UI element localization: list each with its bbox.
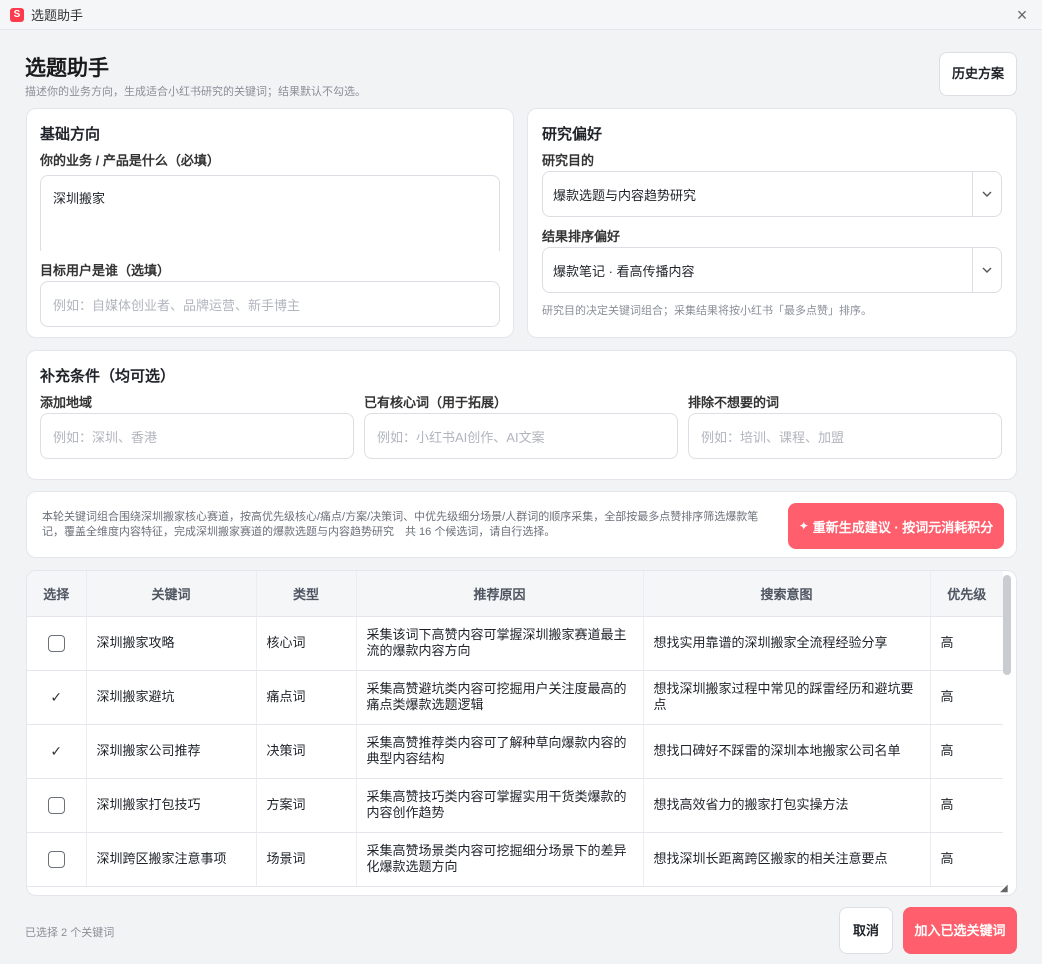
keyword-cell: 深圳搬家避坑 [86, 670, 257, 725]
intent-cell: 想找深圳搬家过程中常见的踩雷经历和避坑要点 [643, 670, 931, 725]
suggestion-info-card: 本轮关键词组合围绕深圳搬家核心赛道，按高优先级核心/痛点/方案/决策词、中优先级… [26, 491, 1017, 558]
sort-select[interactable]: 爆款笔记 · 看高传播内容 [542, 247, 1002, 293]
row-checkbox[interactable] [47, 850, 65, 868]
table-row[interactable]: 深圳跨区搬家注意事项 场景词 采集高赞场景类内容可挖掘细分场景下的差异化爆款选题方向… [27, 832, 1003, 887]
table-row[interactable]: 深圳搬家打包技巧 方案词 采集高赞技巧类内容可掌握实用干货类爆款的内容创作趋势 想找高… [27, 778, 1003, 833]
table-row[interactable]: ✓ 深圳搬家公司推荐 决策词 采集高赞推荐类内容可了解种草向爆款内容的典型内容结构 想找… [27, 724, 1003, 779]
keyword-table: 选择 关键词 类型 推荐原因 搜索意图 优先级 深圳搬家攻略 核心词 采集该词下高赞… [27, 571, 1003, 887]
basic-card-title: 基础方向 [40, 126, 101, 143]
column-header-select: 选择 [27, 571, 87, 617]
checkmark-icon[interactable]: ✓ [50, 689, 62, 705]
purpose-select-value: 爆款选题与内容趋势研究 [553, 187, 697, 203]
region-label: 添加地域 [40, 395, 93, 410]
type-cell: 核心词 [256, 616, 357, 671]
keyword-cell: 深圳跨区搬家注意事项 [86, 832, 257, 887]
intent-cell: 想找高效省力的搬家打包实操方法 [643, 778, 931, 833]
close-icon[interactable]: × [1012, 5, 1032, 25]
row-select-cell[interactable]: ✓ [27, 670, 87, 725]
purpose-select[interactable]: 爆款选题与内容趋势研究 [542, 171, 1002, 217]
keyword-cell: 深圳搬家打包技巧 [86, 778, 257, 833]
type-cell: 决策词 [256, 724, 357, 779]
type-cell: 痛点词 [256, 670, 357, 725]
keyword-cell: 深圳搬家公司推荐 [86, 724, 257, 779]
row-checkbox[interactable] [47, 796, 65, 814]
sort-select-value: 爆款笔记 · 看高传播内容 [553, 263, 695, 279]
exclude-words-label: 排除不想要的词 [688, 395, 780, 410]
type-cell: 方案词 [256, 778, 357, 833]
reason-cell: 采集高赞场景类内容可挖掘细分场景下的差异化爆款选题方向 [356, 832, 644, 887]
row-select-cell[interactable] [27, 832, 87, 887]
window-title: 选题助手 [31, 8, 84, 23]
priority-cell: 高 [930, 832, 1003, 887]
reason-cell: 采集高赞技巧类内容可掌握实用干货类爆款的内容创作趋势 [356, 778, 644, 833]
column-header-type: 类型 [256, 571, 357, 617]
keyword-cell: 深圳搬家攻略 [86, 616, 257, 671]
intent-cell: 想找口碑好不踩雷的深圳本地搬家公司名单 [643, 724, 931, 779]
extra-card-title: 补充条件（均可选） [40, 368, 176, 385]
add-selected-keywords-button[interactable]: 加入已选关键词 [903, 907, 1017, 954]
intent-cell: 想找实用靠谱的深圳搬家全流程经验分享 [643, 616, 931, 671]
regenerate-button[interactable]: ✦ 重新生成建议 · 按词元消耗积分 [788, 503, 1004, 549]
reason-cell: 采集高赞避坑类内容可挖掘用户关注度最高的痛点类爆款选题逻辑 [356, 670, 644, 725]
cancel-button[interactable]: 取消 [839, 907, 893, 954]
window-titlebar: S 选题助手 × [0, 0, 1042, 30]
app-logo-icon: S [10, 7, 24, 22]
table-row[interactable]: ✓ 深圳搬家避坑 痛点词 采集高赞避坑类内容可挖掘用户关注度最高的痛点类爆款选题逻辑想… [27, 670, 1003, 725]
row-select-cell[interactable] [27, 616, 87, 671]
chevron-down-icon[interactable] [972, 248, 1001, 292]
table-scrollbar[interactable] [1003, 575, 1011, 893]
region-input[interactable]: 例如：深圳、香港 [40, 413, 354, 459]
research-preference-card: 研究偏好 研究目的 爆款选题与内容趋势研究 结果排序偏好 爆款笔记 · 看高传播… [527, 108, 1017, 338]
reason-cell: 采集该词下高赞内容可掌握深圳搬家赛道最主流的爆款内容方向 [356, 616, 644, 671]
column-header-reason: 推荐原因 [356, 571, 644, 617]
exclude-words-input[interactable]: 例如：培训、课程、加盟 [688, 413, 1002, 459]
business-textarea[interactable]: 深圳搬家 [40, 175, 500, 251]
row-select-cell[interactable] [27, 778, 87, 833]
sparkle-icon: ✦ [798, 519, 809, 533]
resize-grip-icon[interactable]: ◢ [1000, 883, 1008, 894]
selected-count: 已选择 2 个关键词 [25, 927, 115, 939]
row-checkbox[interactable] [47, 634, 65, 652]
type-cell: 场景词 [256, 832, 357, 887]
table-header-row: 选择 关键词 类型 推荐原因 搜索意图 优先级 [27, 571, 1003, 617]
research-hint: 研究目的决定关键词组合；采集结果将按小红书「最多点赞」排序。 [542, 305, 872, 317]
table-row[interactable]: 深圳搬家攻略 核心词 采集该词下高赞内容可掌握深圳搬家赛道最主流的爆款内容方向 想找实… [27, 616, 1003, 671]
regenerate-button-label: 重新生成建议 · 按词元消耗积分 [812, 519, 994, 535]
scrollbar-thumb[interactable] [1003, 575, 1011, 675]
column-header-intent: 搜索意图 [643, 571, 931, 617]
intent-cell: 想找深圳长距离跨区搬家的相关注意要点 [643, 832, 931, 887]
purpose-label: 研究目的 [542, 153, 595, 168]
keyword-table-container: 选择 关键词 类型 推荐原因 搜索意图 优先级 深圳搬家攻略 核心词 采集该词下高赞… [26, 570, 1017, 896]
row-select-cell[interactable]: ✓ [27, 724, 87, 779]
page-title: 选题助手 [25, 57, 109, 80]
priority-cell: 高 [930, 670, 1003, 725]
priority-cell: 高 [930, 724, 1003, 779]
priority-cell: 高 [930, 616, 1003, 671]
business-label: 你的业务 / 产品是什么（必填） [40, 153, 220, 168]
target-user-label: 目标用户是谁（选填） [40, 263, 171, 278]
reason-cell: 采集高赞推荐类内容可了解种草向爆款内容的典型内容结构 [356, 724, 644, 779]
extra-conditions-card: 补充条件（均可选） 添加地域 例如：深圳、香港 已有核心词（用于拓展） 例如：小… [26, 350, 1017, 480]
suggestion-summary: 本轮关键词组合围绕深圳搬家核心赛道，按高优先级核心/痛点/方案/决策词、中优先级… [42, 511, 759, 538]
page-subtitle: 描述你的业务方向，生成适合小红书研究的关键词；结果默认不勾选。 [25, 86, 366, 98]
core-words-label: 已有核心词（用于拓展） [364, 395, 508, 410]
research-card-title: 研究偏好 [542, 126, 603, 143]
chevron-down-icon[interactable] [972, 172, 1001, 216]
column-header-keyword: 关键词 [86, 571, 257, 617]
checkmark-icon[interactable]: ✓ [50, 743, 62, 759]
history-button[interactable]: 历史方案 [939, 52, 1017, 96]
sort-label: 结果排序偏好 [542, 229, 621, 244]
core-words-input[interactable]: 例如：小红书AI创作、AI文案 [364, 413, 678, 459]
column-header-priority: 优先级 [930, 571, 1003, 617]
target-user-input[interactable]: 例如：自媒体创业者、品牌运营、新手博主 [40, 281, 500, 327]
basic-direction-card: 基础方向 你的业务 / 产品是什么（必填） 深圳搬家 目标用户是谁（选填） 例如… [26, 108, 514, 338]
priority-cell: 高 [930, 778, 1003, 833]
